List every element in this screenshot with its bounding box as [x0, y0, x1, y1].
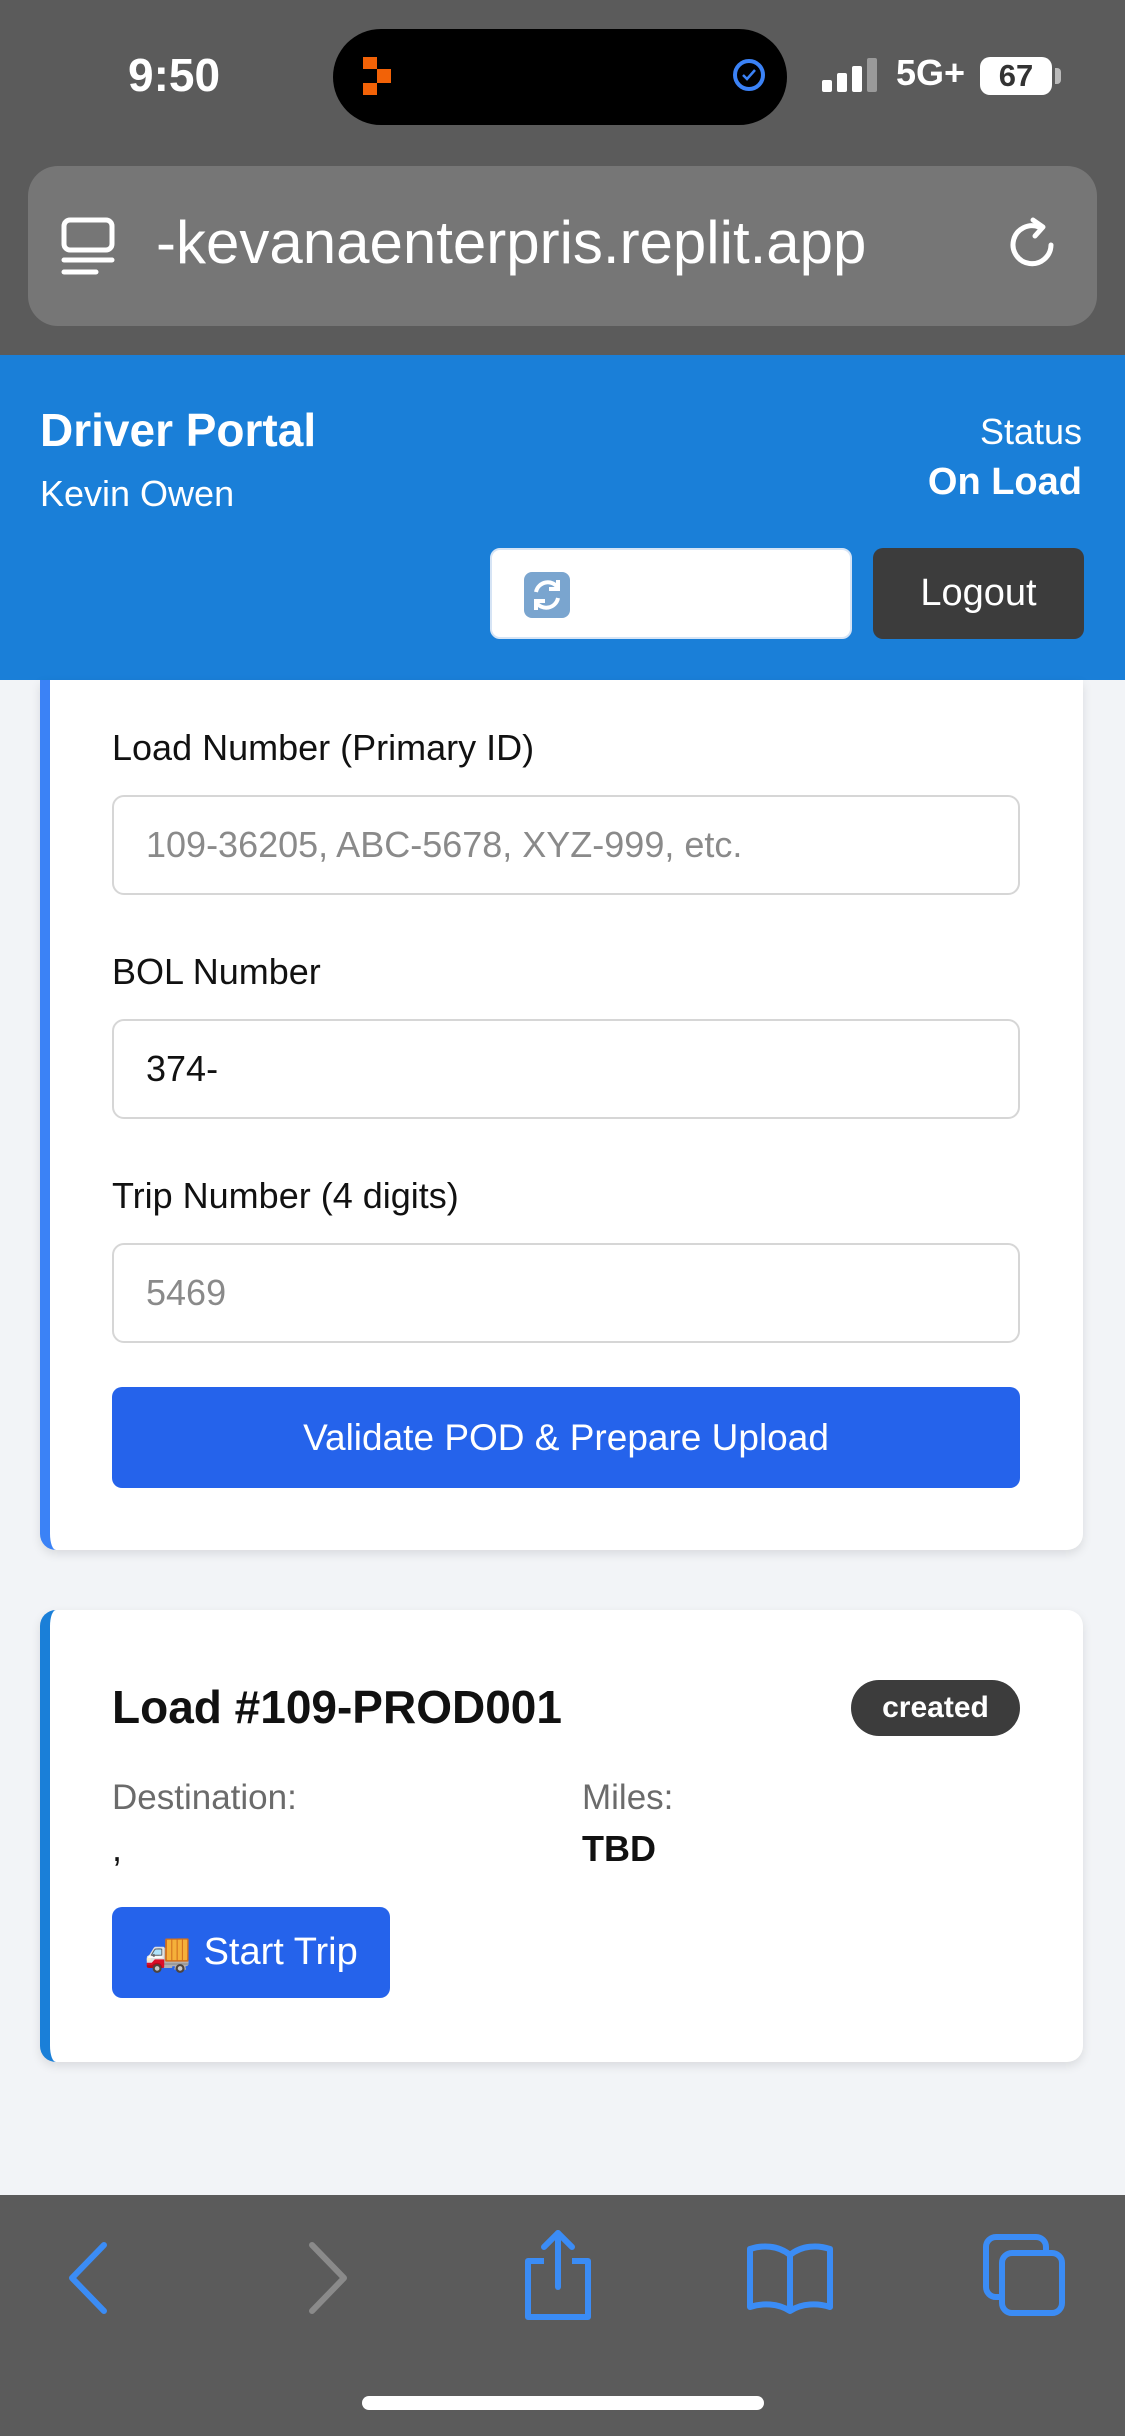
page-title: Driver Portal	[40, 404, 317, 456]
bol-number-input[interactable]: 374-	[112, 1019, 1020, 1119]
status-bar: 9:50 5G+ 67	[0, 0, 1125, 160]
status-label: Status	[979, 411, 1082, 452]
tabs-icon[interactable]	[980, 2231, 1070, 2321]
load-number-label: Load Number (Primary ID)	[112, 727, 535, 768]
home-indicator	[362, 2396, 764, 2410]
load-title: Load #109-PROD001	[112, 1681, 562, 1733]
pod-form-card: Load Number (Primary ID) 109-36205, ABC-…	[40, 680, 1083, 1550]
destination-label: Destination:	[112, 1778, 297, 1817]
bookmarks-icon[interactable]	[744, 2237, 836, 2317]
bol-number-label: BOL Number	[112, 951, 321, 992]
battery-icon: 67	[980, 57, 1052, 95]
status-badge: created	[851, 1680, 1020, 1736]
dynamic-island	[333, 29, 787, 125]
status-value: On Load	[927, 461, 1082, 503]
page-menu-icon[interactable]	[58, 214, 122, 278]
reload-icon[interactable]	[999, 212, 1065, 278]
address-bar[interactable]: -kevanaenterpris.replit.app	[28, 166, 1097, 326]
check-circle-icon	[733, 59, 765, 91]
back-icon[interactable]	[60, 2235, 116, 2321]
refresh-icon	[524, 572, 570, 618]
forward-icon[interactable]	[300, 2235, 356, 2321]
load-number-input[interactable]: 109-36205, ABC-5678, XYZ-999, etc.	[112, 795, 1020, 895]
destination-value: ,	[112, 1828, 123, 1869]
clock: 9:50	[128, 49, 221, 101]
network-label: 5G+	[896, 52, 966, 93]
driver-name: Kevin Owen	[40, 473, 235, 514]
start-trip-label: Start Trip	[203, 1931, 358, 1973]
load-card: Load #109-PROD001 created Destination: ,…	[40, 1610, 1083, 2062]
browser-toolbar: -kevanaenterpris.replit.app	[0, 160, 1125, 355]
replit-app-icon	[363, 57, 391, 95]
validate-pod-button[interactable]: Validate POD & Prepare Upload	[112, 1387, 1020, 1488]
trip-number-input[interactable]: 5469	[112, 1243, 1020, 1343]
url-text[interactable]: -kevanaenterpris.replit.app	[156, 208, 996, 277]
signal-icon	[822, 58, 877, 92]
logout-button[interactable]: Logout	[873, 548, 1084, 639]
miles-value: TBD	[582, 1828, 656, 1869]
share-icon[interactable]	[518, 2225, 598, 2325]
app-header: Driver Portal Kevin Owen Status On Load …	[0, 355, 1125, 680]
refresh-button[interactable]	[490, 548, 852, 639]
battery-cap	[1055, 68, 1061, 84]
trip-number-label: Trip Number (4 digits)	[112, 1175, 459, 1216]
truck-icon: 🚚	[144, 1931, 192, 1974]
start-trip-button[interactable]: 🚚 Start Trip	[112, 1907, 390, 1998]
miles-label: Miles:	[582, 1778, 674, 1817]
